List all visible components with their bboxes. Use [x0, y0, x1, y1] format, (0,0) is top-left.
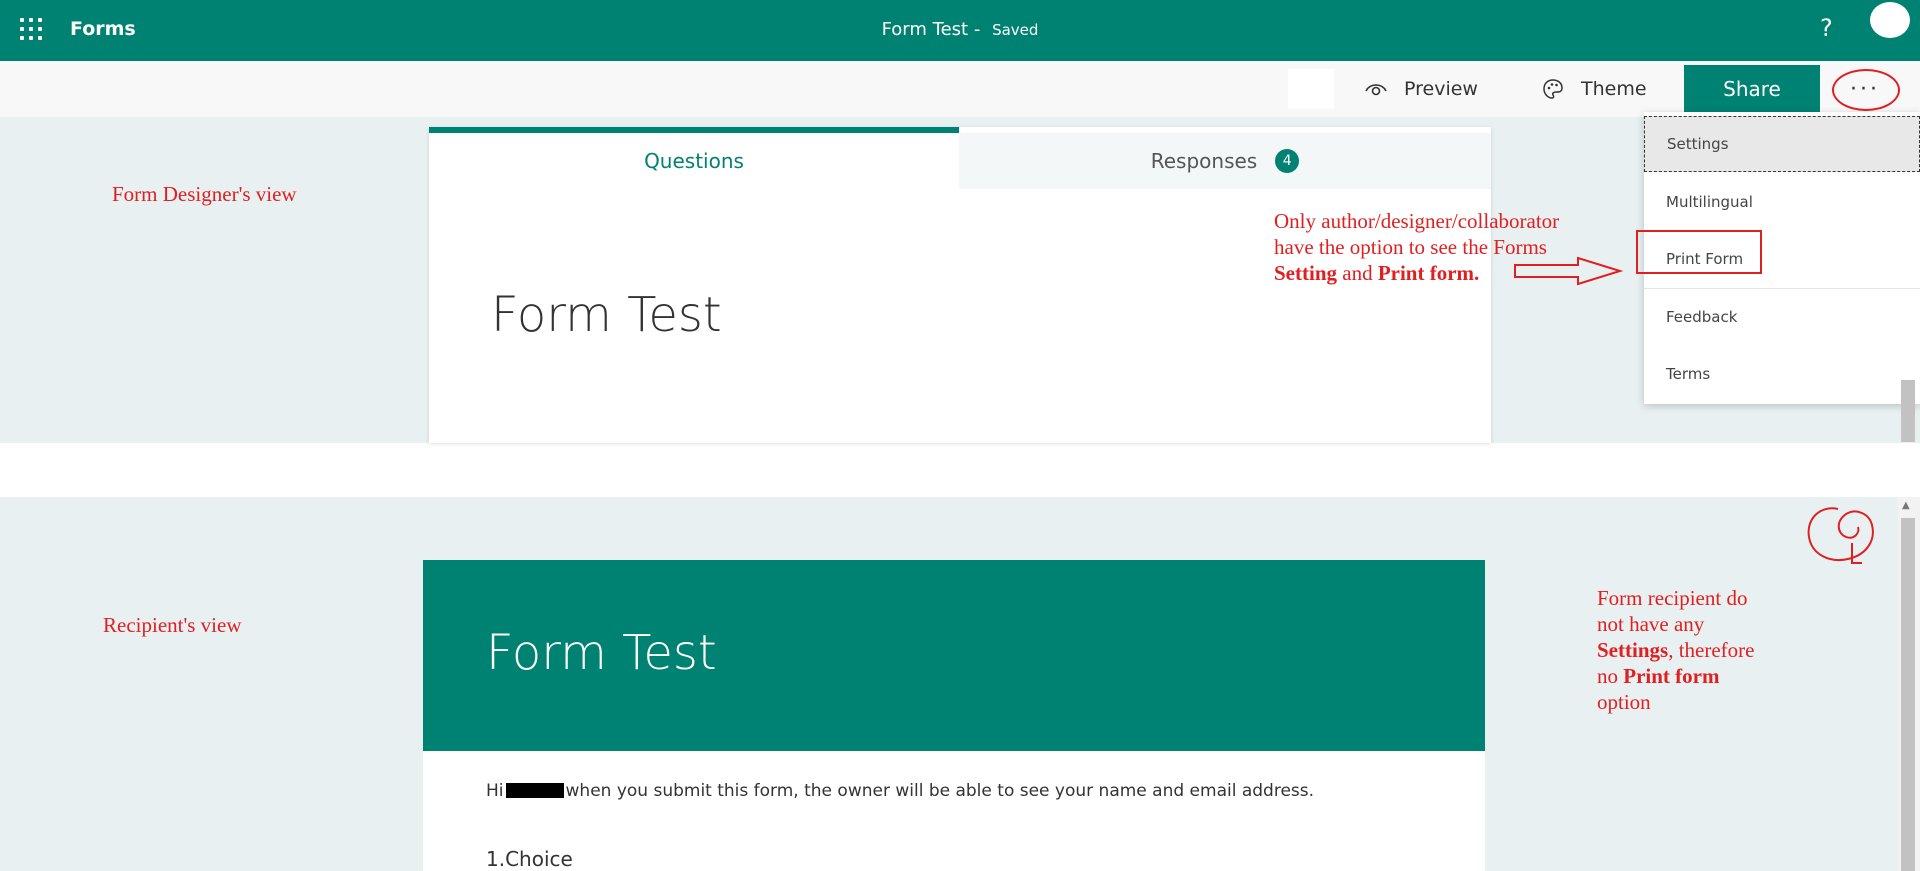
preview-button[interactable]: Preview	[1364, 61, 1478, 117]
responses-count-badge: 4	[1275, 149, 1300, 173]
tab-responses-label: Responses	[1150, 149, 1258, 173]
tab-responses[interactable]: Responses 4	[959, 133, 1491, 189]
annotation-box-print-form	[1636, 230, 1762, 274]
annotation-recipient-line2: not have any	[1597, 612, 1705, 636]
annotation-recipient-bold1: Settings	[1597, 638, 1669, 662]
annotation-author-and: and	[1342, 261, 1373, 285]
command-bar: Preview Theme Share ···	[0, 61, 1920, 117]
menu-item-feedback[interactable]: Feedback	[1644, 289, 1920, 345]
menu-item-multilingual[interactable]: Multilingual	[1644, 174, 1920, 230]
designer-scrollbar[interactable]	[1901, 380, 1915, 442]
recipient-form-header: Form Test	[423, 560, 1485, 751]
preview-label: Preview	[1404, 78, 1478, 100]
annotation-recipient-line3: Settings, therefore	[1597, 637, 1817, 663]
annotation-arrow-icon	[1514, 256, 1624, 286]
menu-item-terms[interactable]: Terms	[1644, 346, 1920, 402]
designer-form-title[interactable]: Form Test	[491, 287, 722, 343]
annotation-recipient-no: no	[1597, 664, 1618, 688]
form-title-label: Form Test	[881, 19, 969, 40]
annotation-author-line1: Only author/designer/collaborator	[1274, 209, 1560, 233]
question-title: 1.Choice	[486, 847, 573, 871]
avatar[interactable]	[1870, 2, 1910, 38]
tab-questions-label: Questions	[644, 149, 744, 173]
theme-label: Theme	[1581, 78, 1647, 100]
designer-view: Form Designer's view Questions Responses…	[0, 117, 1920, 443]
annotation-author-bold2: Print form.	[1377, 261, 1480, 285]
annotation-recipient-option: option	[1597, 690, 1651, 714]
annotation-recipient-line1: Form recipient do	[1597, 586, 1748, 610]
save-status: Saved	[992, 21, 1039, 39]
help-icon[interactable]: ?	[1820, 14, 1833, 42]
recipient-view: Recipient's view Form Test Hi when you su…	[0, 497, 1898, 871]
palette-icon	[1543, 79, 1563, 99]
redacted-name	[505, 783, 564, 798]
annotation-author-bold1: Setting	[1274, 261, 1337, 285]
recipient-scrollbar-thumb[interactable]	[1901, 518, 1915, 871]
annotation-circle-icon	[1807, 507, 1874, 564]
recipient-form-body: Hi when you submit this form, the owner w…	[423, 751, 1485, 871]
notice-prefix: Hi	[486, 781, 504, 801]
recipient-form-title: Form Test	[486, 625, 717, 681]
document-title: Form Test - Saved	[881, 19, 1039, 40]
annotation-designer-view: Form Designer's view	[112, 182, 297, 206]
annotation-recipient-note: Form recipient do not have any Settings,…	[1597, 585, 1817, 715]
annotation-recipient-view: Recipient's view	[103, 613, 242, 637]
notice-suffix: when you submit this form, the owner wil…	[565, 781, 1315, 801]
menu-item-settings[interactable]: Settings	[1644, 116, 1920, 172]
blank-command-slot	[1288, 69, 1334, 109]
tab-questions[interactable]: Questions	[429, 127, 959, 189]
app-header: Forms Form Test - Saved ?	[0, 0, 1920, 61]
annotation-recipient-therefore: , therefore	[1668, 638, 1755, 662]
annotation-circle-more	[1832, 69, 1900, 111]
eye-icon	[1365, 84, 1387, 96]
theme-button[interactable]: Theme	[1541, 61, 1647, 117]
annotation-recipient-bold2: Print form	[1623, 664, 1720, 688]
share-button[interactable]: Share	[1684, 65, 1820, 112]
scroll-up-arrow-icon[interactable]: ▲	[1902, 500, 1910, 511]
submission-notice: Hi when you submit this form, the owner w…	[486, 781, 1314, 801]
annotation-recipient-line4: no Print form	[1597, 663, 1817, 689]
